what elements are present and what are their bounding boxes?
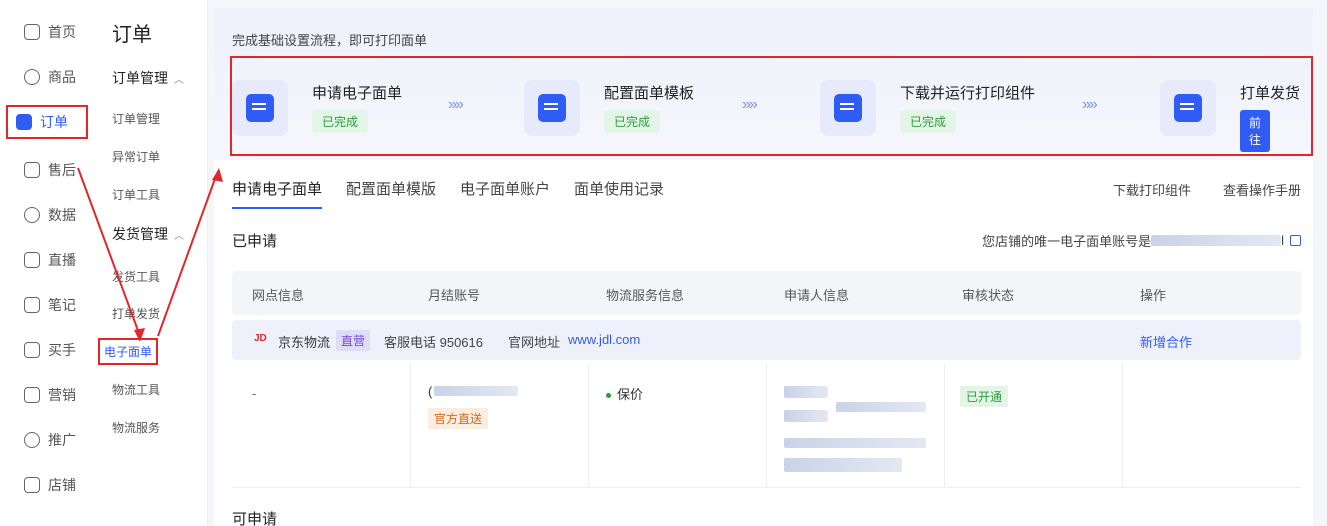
promotion-icon [24,432,40,448]
table-header: 网点信息 月结账号 物流服务信息 申请人信息 审核状态 操作 [232,271,1301,315]
tab-account[interactable]: 电子面单账户 [460,178,550,209]
app-root: 首页 商品 订单 售后 数据 直播 笔记 买手 营销 推广 店铺 订单 订单管理… [0,0,1327,526]
home-icon [24,24,40,40]
gear-icon [820,80,876,136]
subnav-item-order-manage[interactable]: 订单管理 [112,110,160,127]
jd-logo: JD [254,333,267,344]
section-applied-title: 已申请 [232,233,278,250]
tab-links: 下载打印组件 查看操作手册 [1113,180,1301,199]
tab-apply-waybill[interactable]: 申请电子面单 [232,178,323,209]
subnav-item-logistics-tools[interactable]: 物流工具 [112,381,160,398]
table-row: - ( 官方直送 保价 已开通 [232,364,1301,488]
manual-link[interactable]: 查看操作手册 [1223,180,1301,199]
double-chevron-icon: »» [448,96,464,113]
applicant-masked [784,386,828,398]
template-icon [524,80,580,136]
carrier-site-link[interactable]: www.jdl.com [568,332,640,347]
subnav-title: 订单 [112,24,152,46]
download-plugin-link[interactable]: 下载打印组件 [1113,180,1191,199]
nav-item-order[interactable]: 订单 [6,105,88,139]
goods-icon [24,69,40,85]
double-chevron-icon: »» [742,96,758,113]
note-icon [24,297,40,313]
live-icon [24,252,40,268]
section-available-title: 可申请 [232,511,278,526]
buyer-icon [24,342,40,358]
carrier-row: JD 京东物流 直营 客服电话 950616 官网地址 www.jdl.com … [232,320,1301,360]
nav-item-aftersale[interactable]: 售后 [24,158,76,182]
carrier-phone: 客服电话 950616 [384,335,483,350]
printer-icon [1160,80,1216,136]
nav-item-note[interactable]: 笔记 [24,293,76,317]
direct-tag: 直营 [336,330,371,351]
carrier-site-label: 官网地址 [508,335,561,350]
status-badge: 已开通 [960,386,1009,407]
nav-item-live[interactable]: 直播 [24,248,76,272]
nav-item-marketing[interactable]: 营销 [24,383,76,407]
subnav-item-order-tools[interactable]: 订单工具 [112,186,160,203]
carrier-name: 京东物流 [278,335,331,350]
service-cell: 保价 [606,384,643,403]
setup-steps: 申请电子面单 已完成 »» 配置面单模板 已完成 »» 下载并运行打印组件 已完… [230,56,1313,156]
account-cell: ( [428,384,519,399]
status-badge: 已完成 [312,110,369,133]
double-chevron-icon: »» [1082,96,1098,113]
primary-nav: 首页 商品 订单 售后 数据 直播 笔记 买手 营销 推广 店铺 [0,0,98,526]
subnav-item-logistics-service[interactable]: 物流服务 [112,419,160,436]
main-area: 完成基础设置流程，即可打印面单 申请电子面单 已完成 »» 配置面单模板 已完成… [208,0,1327,526]
go-button[interactable]: 前往 [1240,110,1271,152]
subnav-group-shipping[interactable]: 发货管理 ︿ [112,224,184,244]
subnav-item-print-ship[interactable]: 打单发货 [112,305,160,322]
subnav-item-abnormal-order[interactable]: 异常订单 [112,148,160,165]
order-icon [16,114,32,130]
store-icon [24,477,40,493]
status-badge: 已完成 [900,110,957,133]
subnav-item-shipping-tools[interactable]: 发货工具 [112,268,160,285]
chevron-up-icon: ︿ [174,230,184,242]
data-icon [24,207,40,223]
nav-item-store[interactable]: 店铺 [24,473,76,497]
official-tag: 官方直送 [428,408,489,429]
add-cooperation-link[interactable]: 新增合作 [1140,332,1192,351]
tab-usage-log[interactable]: 面单使用记录 [574,178,664,209]
status-badge: 已完成 [604,110,661,133]
marketing-icon [24,387,40,403]
tab-template[interactable]: 配置面单模版 [346,178,436,209]
waybill-icon [232,80,288,136]
subnav-group-order[interactable]: 订单管理 ︿ [112,68,184,88]
branch-cell: - [252,386,257,401]
nav-item-goods[interactable]: 商品 [24,65,76,89]
subnav-item-e-waybill[interactable]: 电子面单 [98,338,159,365]
content-panel: 完成基础设置流程，即可打印面单 申请电子面单 已完成 »» 配置面单模板 已完成… [214,8,1313,526]
nav-item-data[interactable]: 数据 [24,203,76,227]
hero-tip: 完成基础设置流程，即可打印面单 [232,33,428,48]
nav-item-buyer[interactable]: 买手 [24,338,76,362]
aftersale-icon [24,162,40,178]
nav-item-promotion[interactable]: 推广 [24,428,76,452]
copy-icon[interactable] [1290,235,1301,246]
secondary-nav: 订单 订单管理 ︿ 订单管理 异常订单 订单工具 发货管理 ︿ 发货工具 打单发货 … [98,0,208,526]
chevron-up-icon: ︿ [174,74,184,86]
tab-bar: 申请电子面单 配置面单模版 电子面单账户 面单使用记录 [232,178,664,209]
masked-account [1151,235,1282,246]
nav-item-home[interactable]: 首页 [24,20,76,44]
account-info: 您店铺的唯一电子面单账号是 l [982,231,1301,250]
